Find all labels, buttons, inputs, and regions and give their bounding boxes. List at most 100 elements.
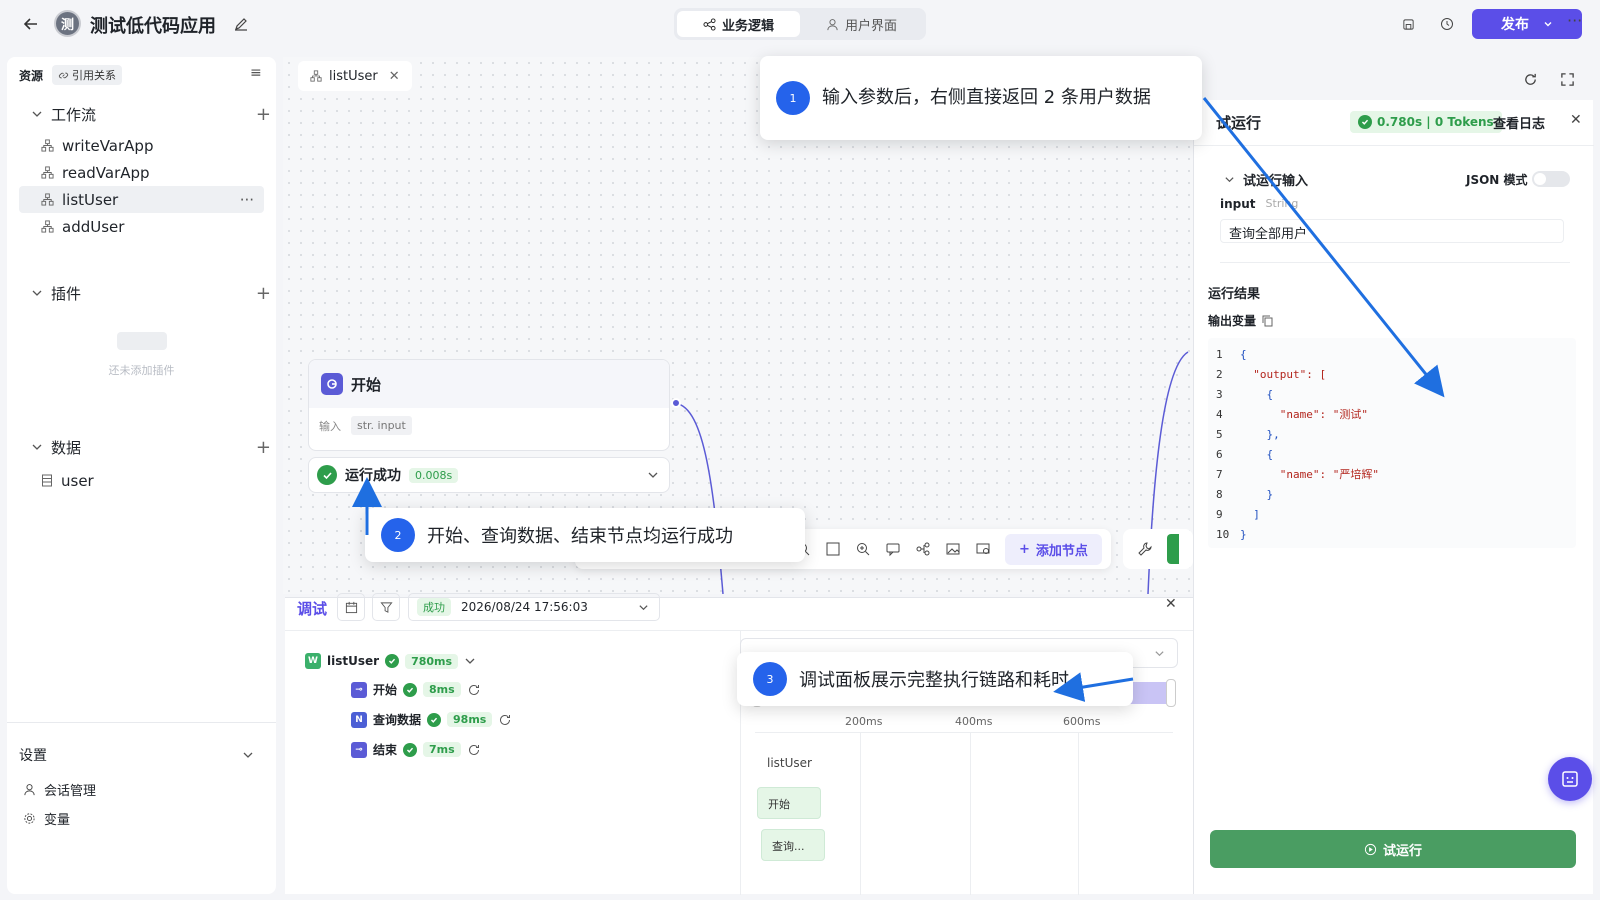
axis-tick: 200ms bbox=[845, 715, 883, 728]
add-node-label: 添加节点 bbox=[1035, 543, 1088, 559]
wrench-icon[interactable] bbox=[1137, 541, 1153, 557]
select-box-icon[interactable] bbox=[825, 541, 841, 557]
data-section-header[interactable]: 数据 + bbox=[31, 432, 271, 462]
output-port[interactable] bbox=[671, 398, 681, 408]
settings-item-sessions[interactable]: 会话管理 bbox=[23, 780, 96, 799]
add-node-button[interactable]: + 添加节点 bbox=[1005, 533, 1102, 565]
image-icon[interactable] bbox=[945, 541, 961, 557]
tab-resources[interactable]: 资源 bbox=[19, 67, 43, 84]
run-status-bar[interactable]: 运行成功 0.008s bbox=[308, 457, 670, 493]
layout-nodes-icon[interactable] bbox=[915, 541, 931, 557]
run-test-button[interactable]: 试运行 bbox=[1210, 830, 1576, 868]
run-record-select[interactable]: 成功 2026/08/24 17:56:03 bbox=[408, 593, 660, 621]
trace-root-time: 780ms bbox=[405, 653, 459, 669]
data-item-label: user bbox=[61, 471, 94, 490]
app-avatar: 测 bbox=[54, 10, 81, 37]
line-number: 2 bbox=[1216, 367, 1223, 381]
edit-pencil-icon[interactable] bbox=[232, 15, 250, 33]
callout-number: 3 bbox=[753, 662, 787, 696]
line-number: 1 bbox=[1216, 347, 1223, 361]
trace-root[interactable]: W listUser 780ms bbox=[305, 653, 476, 669]
tab-references-label: 引用关系 bbox=[72, 69, 116, 82]
add-plugin-icon[interactable]: + bbox=[256, 283, 271, 304]
chevron-down-icon bbox=[1155, 651, 1164, 657]
filter-icon[interactable] bbox=[372, 593, 400, 621]
copy-icon[interactable] bbox=[1262, 315, 1273, 327]
workflow-item[interactable]: addUser bbox=[19, 213, 264, 240]
tab-business-logic[interactable]: 业务逻辑 bbox=[677, 11, 800, 37]
start-node[interactable]: 开始 输入 str. input bbox=[308, 359, 670, 451]
item-more-icon[interactable]: ··· bbox=[240, 191, 254, 209]
close-icon[interactable]: ✕ bbox=[1570, 112, 1582, 128]
annotation-callout-2: 2 开始、查询数据、结束节点均运行成功 bbox=[365, 508, 805, 562]
chevron-down-icon bbox=[1544, 22, 1552, 27]
callout-text: 输入参数后，右侧直接返回 2 条用户数据 bbox=[822, 87, 1151, 109]
add-data-icon[interactable]: + bbox=[256, 437, 271, 458]
gantt-bar-start[interactable]: 开始 bbox=[757, 787, 821, 819]
top-bar: 测 测试低代码应用 业务逻辑 用户界面 发布 ··· bbox=[0, 0, 1600, 47]
tab-user-interface[interactable]: 用户界面 bbox=[800, 11, 923, 37]
user-icon bbox=[24, 784, 35, 796]
plugin-empty-text: 还未添加插件 bbox=[108, 364, 175, 377]
view-switcher: 业务逻辑 用户界面 bbox=[674, 8, 926, 40]
param-value-input[interactable]: 查询全部用户 bbox=[1220, 219, 1564, 243]
test-input-section-header[interactable]: 试运行输入 bbox=[1224, 170, 1308, 189]
trace-root-name: listUser bbox=[327, 654, 380, 668]
view-log-link[interactable]: 查看日志 bbox=[1493, 113, 1545, 132]
workflow-item-selected[interactable]: listUser ··· bbox=[19, 186, 264, 213]
more-options-icon[interactable]: ··· bbox=[1567, 11, 1582, 30]
refresh-icon[interactable] bbox=[1523, 72, 1538, 87]
assistant-float-button[interactable] bbox=[1548, 757, 1592, 801]
trace-step-name: 查询数据 bbox=[373, 713, 422, 727]
line-number: 8 bbox=[1216, 487, 1223, 501]
code-text: "name": "严培辉" bbox=[1240, 468, 1379, 481]
test-input-section-title: 试运行输入 bbox=[1243, 174, 1309, 189]
gantt-gridline bbox=[1078, 732, 1079, 895]
zoom-in-icon[interactable] bbox=[855, 541, 871, 557]
trace-step[interactable]: ⊸ 开始 8ms bbox=[351, 681, 481, 698]
workflow-icon bbox=[41, 220, 54, 233]
json-mode-toggle[interactable] bbox=[1532, 171, 1570, 187]
rerun-icon[interactable] bbox=[467, 743, 481, 757]
app-title: 测试低代码应用 bbox=[90, 16, 216, 37]
rerun-icon[interactable] bbox=[498, 713, 512, 727]
settings-header[interactable]: 设置 bbox=[19, 745, 264, 765]
chevron-down-icon bbox=[648, 472, 658, 478]
gantt-bar-query[interactable]: 查询... bbox=[761, 829, 825, 861]
comment-icon[interactable] bbox=[885, 541, 901, 557]
trace-step-time: 8ms bbox=[423, 682, 461, 697]
back-arrow-icon[interactable] bbox=[20, 13, 42, 35]
plugin-section-header[interactable]: 插件 + bbox=[31, 278, 271, 308]
minimap-icon[interactable] bbox=[975, 541, 991, 557]
workflow-section-header[interactable]: 工作流 + bbox=[31, 99, 271, 129]
close-icon[interactable]: ✕ bbox=[1165, 596, 1177, 612]
history-clock-icon[interactable] bbox=[1438, 15, 1456, 33]
share-nodes-icon bbox=[703, 17, 716, 31]
range-handle-right[interactable] bbox=[1166, 679, 1176, 707]
output-var-row: 输出变量 bbox=[1208, 312, 1273, 329]
fullscreen-icon[interactable] bbox=[1560, 72, 1575, 87]
debug-title[interactable]: 调试 bbox=[297, 598, 327, 619]
workflow-section-title: 工作流 bbox=[51, 105, 97, 124]
publish-button[interactable]: 发布 bbox=[1472, 9, 1582, 39]
trace-step[interactable]: ⊸ 结束 7ms bbox=[351, 741, 481, 758]
workflow-item[interactable]: writeVarApp bbox=[19, 132, 264, 159]
code-line: 3 { bbox=[1216, 384, 1568, 404]
run-button-partial[interactable] bbox=[1167, 534, 1179, 564]
code-line: 9 ] bbox=[1216, 504, 1568, 524]
workflow-item[interactable]: readVarApp bbox=[19, 159, 264, 186]
settings-item-variables[interactable]: 变量 bbox=[23, 809, 70, 828]
calendar-icon[interactable] bbox=[337, 593, 365, 621]
annotation-callout-1: 1 输入参数后，右侧直接返回 2 条用户数据 bbox=[760, 56, 1202, 140]
run-datetime: 2026/08/24 17:56:03 bbox=[461, 600, 588, 614]
tab-business-logic-label: 业务逻辑 bbox=[721, 18, 774, 34]
rerun-icon[interactable] bbox=[467, 683, 481, 697]
data-item[interactable]: user bbox=[19, 467, 264, 494]
json-mode-label: JSON 模式 bbox=[1466, 173, 1528, 187]
trace-step[interactable]: N 查询数据 98ms bbox=[351, 711, 512, 728]
tab-references[interactable]: 引用关系 bbox=[52, 65, 122, 85]
save-icon[interactable] bbox=[1399, 15, 1417, 33]
collapse-menu-icon[interactable]: ≡ bbox=[250, 65, 262, 81]
workflow-item-label: readVarApp bbox=[62, 163, 150, 182]
add-workflow-icon[interactable]: + bbox=[256, 104, 271, 125]
